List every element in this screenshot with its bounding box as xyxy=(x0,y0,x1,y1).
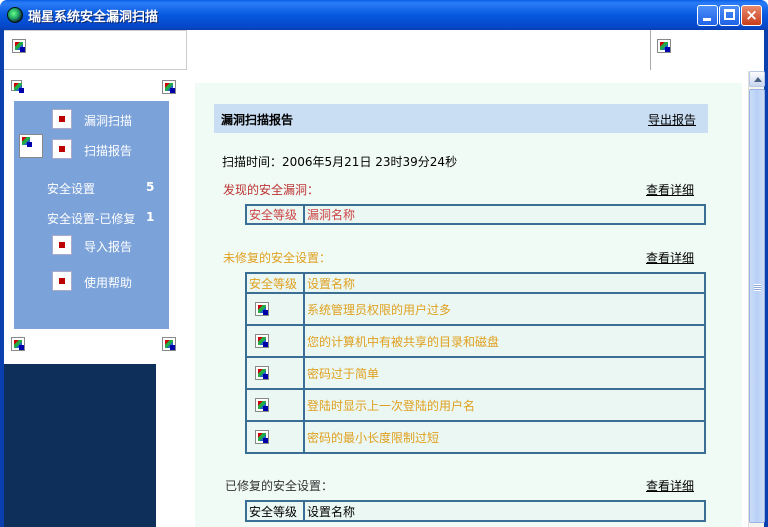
sidebar-item-import-report[interactable]: 导入报告 xyxy=(14,232,169,260)
broken-image-icon xyxy=(162,80,176,94)
sidebar-item-label: 导入报告 xyxy=(84,240,133,254)
fixed-settings-detail-link[interactable]: 查看详细 xyxy=(646,477,694,494)
table-header-row: 安全等级 漏洞名称 xyxy=(245,204,706,225)
fixed-settings-title: 已修复的安全设置： xyxy=(225,479,334,493)
severity-cell xyxy=(245,324,305,358)
sidebar-item-label: 安全设置 xyxy=(47,182,96,196)
minimize-button[interactable] xyxy=(697,5,718,26)
top-right-area xyxy=(650,30,764,70)
window-title: 瑞星系统安全漏洞扫描 xyxy=(28,10,159,25)
table-row[interactable]: 系统管理员权限的用户过多 xyxy=(245,292,706,326)
sidebar-item-security-settings[interactable]: 安全设置 5 xyxy=(14,174,169,202)
close-button[interactable]: × xyxy=(741,5,762,26)
table-header-row: 安全等级 设置名称 xyxy=(245,500,706,522)
sidebar-item-label: 漏洞扫描 xyxy=(84,114,133,128)
table-header-row: 安全等级 设置名称 xyxy=(245,272,706,294)
sidebar-footer-strip xyxy=(156,364,184,527)
nav-top-decoration xyxy=(4,71,184,101)
column-header: 安全等级 xyxy=(245,272,305,294)
sidebar-item-fixed-settings[interactable]: 安全设置-已修复 1 xyxy=(14,204,169,232)
severity-icon xyxy=(255,366,269,380)
column-header: 设置名称 xyxy=(303,272,706,294)
table-row[interactable]: 您的计算机中有被共享的目录和磁盘 xyxy=(245,324,706,358)
found-vulns-detail-link[interactable]: 查看详细 xyxy=(646,181,694,198)
count-badge: 5 xyxy=(146,180,155,194)
import-icon xyxy=(52,235,72,255)
broken-image-icon xyxy=(162,337,176,351)
found-vulns-table: 安全等级 漏洞名称 xyxy=(245,204,706,225)
setting-name: 系统管理员权限的用户过多 xyxy=(303,292,706,326)
severity-cell xyxy=(245,356,305,390)
app-icon xyxy=(7,7,23,23)
scroll-grip-icon xyxy=(754,284,761,291)
broken-image-icon xyxy=(657,39,671,53)
maximize-icon xyxy=(724,9,735,20)
export-report-link[interactable]: 导出报告 xyxy=(648,111,696,128)
scroll-up-button[interactable] xyxy=(749,71,765,87)
fixed-settings-table: 安全等级 设置名称 xyxy=(245,500,706,522)
setting-name: 您的计算机中有被共享的目录和磁盘 xyxy=(303,324,706,358)
unfixed-settings-detail-link[interactable]: 查看详细 xyxy=(646,249,694,266)
setting-name: 密码的最小长度限制过短 xyxy=(303,420,706,454)
sidebar-item-scan-report[interactable]: 扫描报告 xyxy=(14,134,169,164)
sidebar-footer-panel xyxy=(4,364,156,527)
setting-name: 密码过于简单 xyxy=(303,356,706,390)
column-header: 设置名称 xyxy=(303,500,706,522)
severity-icon xyxy=(255,334,269,348)
severity-cell xyxy=(245,292,305,326)
sidebar-item-label: 使用帮助 xyxy=(84,276,133,290)
top-logo-area xyxy=(4,30,187,70)
column-header: 漏洞名称 xyxy=(303,204,706,225)
severity-cell xyxy=(245,420,305,454)
vertical-scrollbar[interactable] xyxy=(748,71,765,527)
count-badge: 1 xyxy=(146,210,155,224)
column-header: 安全等级 xyxy=(245,204,305,225)
maximize-button[interactable] xyxy=(719,5,740,26)
table-row[interactable]: 密码的最小长度限制过短 xyxy=(245,420,706,454)
table-row[interactable]: 密码过于简单 xyxy=(245,356,706,390)
severity-icon xyxy=(255,430,269,444)
sidebar-item-vuln-scan[interactable]: 漏洞扫描 xyxy=(14,106,169,134)
title-bar[interactable]: 瑞星系统安全漏洞扫描 × xyxy=(0,0,768,30)
report-title: 漏洞扫描报告 xyxy=(221,113,294,127)
sidebar-item-help[interactable]: 使用帮助 xyxy=(14,268,169,296)
column-header: 安全等级 xyxy=(245,500,305,522)
nav-bottom-decoration xyxy=(4,329,184,364)
severity-cell xyxy=(245,388,305,422)
sidebar-item-label: 扫描报告 xyxy=(84,144,133,158)
help-icon xyxy=(52,271,72,291)
sidebar-nav: 漏洞扫描 扫描报告 安全设置 5 安全设置-已修复 1 导入报告 使用帮助 xyxy=(14,101,169,329)
found-vulns-title: 发现的安全漏洞： xyxy=(223,183,320,197)
severity-icon xyxy=(255,398,269,412)
report-icon xyxy=(52,139,72,159)
scrollbar-thumb[interactable] xyxy=(749,89,765,523)
broken-image-icon xyxy=(12,39,26,53)
broken-image-icon xyxy=(11,80,24,93)
close-icon: × xyxy=(745,6,758,24)
table-row[interactable]: 登陆时显示上一次登陆的用户名 xyxy=(245,388,706,422)
scan-icon xyxy=(52,109,72,129)
sidebar-item-label: 安全设置-已修复 xyxy=(47,212,136,226)
scan-time: 扫描时间：2006年5月21日 23时39分24秒 xyxy=(222,155,458,169)
unfixed-settings-title: 未修复的安全设置： xyxy=(223,251,332,265)
severity-icon xyxy=(255,302,269,316)
minimize-icon xyxy=(703,18,711,21)
unfixed-settings-table: 安全等级 设置名称 系统管理员权限的用户过多 您的计算机中有被共享的目录和磁盘 … xyxy=(245,272,706,454)
report-image-icon xyxy=(19,134,43,158)
broken-image-icon xyxy=(11,337,25,351)
setting-name: 登陆时显示上一次登陆的用户名 xyxy=(303,388,706,422)
